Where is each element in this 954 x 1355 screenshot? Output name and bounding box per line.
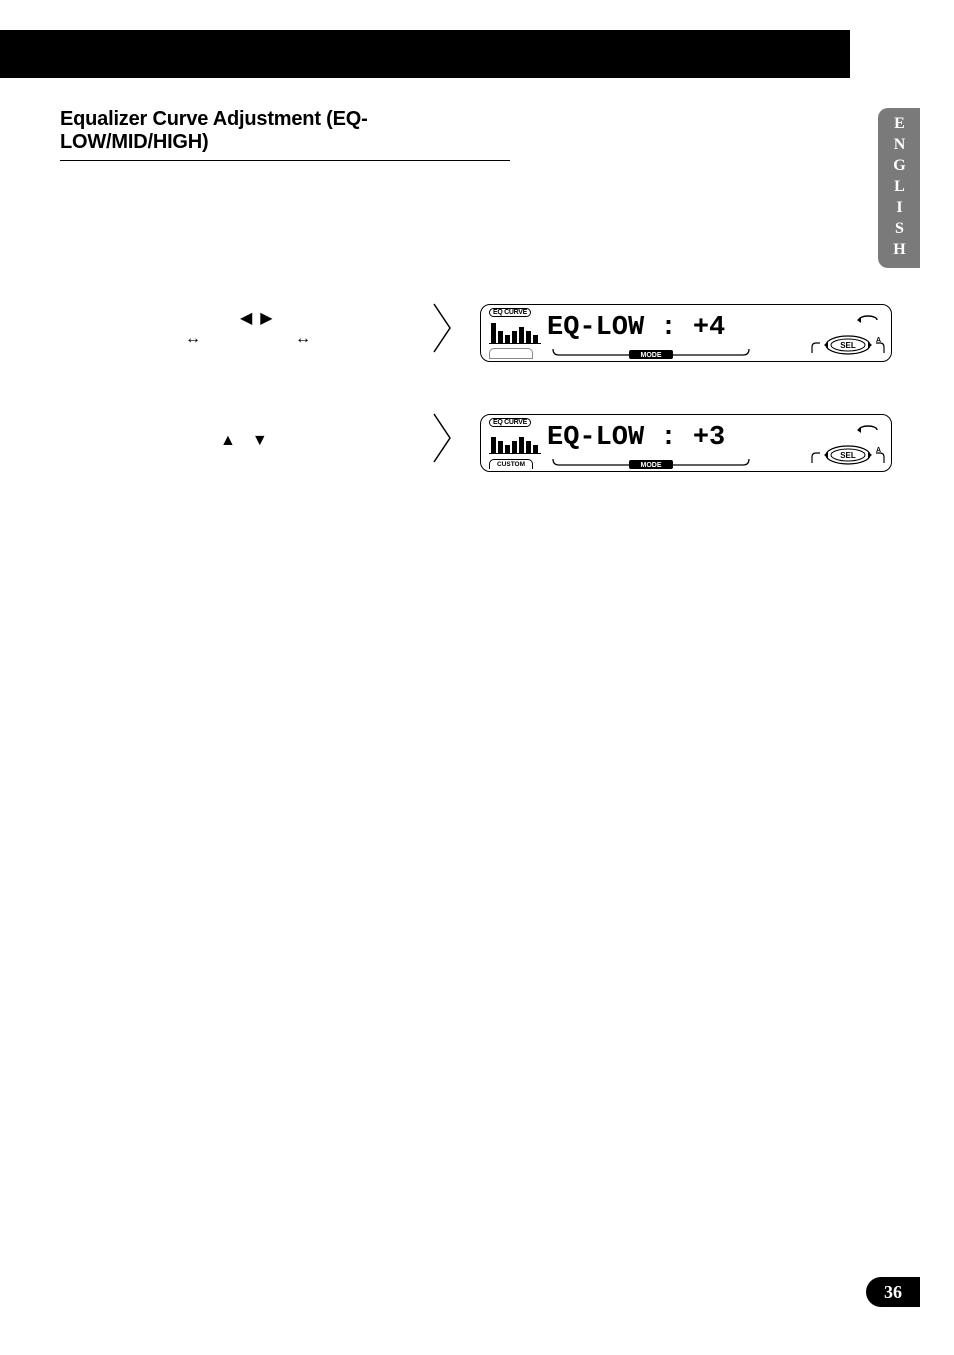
mini-eq-graph-icon bbox=[491, 429, 539, 453]
double-arrow-right-icon: ↔ bbox=[295, 330, 311, 348]
step-1-row: ◀ ▶ ↔ ↔ EQ CURVE EQ-LOW : +4 MODE bbox=[60, 300, 860, 370]
chevron-right-icon bbox=[430, 300, 456, 356]
bottom-left-tab: CUSTOM bbox=[489, 459, 533, 469]
svg-text:A: A bbox=[876, 447, 881, 454]
language-tab: ENGLISH bbox=[878, 108, 920, 268]
svg-text:SEL: SEL bbox=[840, 341, 856, 350]
sel-button-icon: A SEL bbox=[810, 443, 884, 463]
mini-eq-graph-icon bbox=[491, 319, 539, 343]
bottom-left-tab bbox=[489, 348, 533, 359]
sel-button-icon: A SEL bbox=[810, 333, 884, 353]
svg-text:MODE: MODE bbox=[641, 462, 662, 469]
eq-curve-tab-label: EQ CURVE bbox=[489, 308, 531, 317]
svg-text:A: A bbox=[876, 337, 881, 344]
lcd-display-step2: EQ CURVE CUSTOM EQ-LOW : +3 MODE bbox=[480, 414, 892, 472]
left-right-arrows-icon: ◀ ▶ bbox=[240, 308, 275, 328]
repeat-icon bbox=[855, 313, 881, 331]
up-down-arrows-icon: ▲ ▼ bbox=[220, 432, 274, 450]
language-label: ENGLISH bbox=[890, 115, 908, 262]
step-2-row: ▲ ▼ EQ CURVE CUSTOM EQ-LOW : +3 MODE bbox=[60, 410, 860, 480]
lcd-main-text: EQ-LOW : +4 bbox=[547, 313, 725, 343]
repeat-icon bbox=[855, 423, 881, 441]
chevron-right-icon bbox=[430, 410, 456, 466]
mode-bracket: MODE bbox=[551, 347, 751, 357]
top-black-bar bbox=[0, 30, 850, 78]
svg-text:MODE: MODE bbox=[641, 352, 662, 359]
page-number: 36 bbox=[866, 1277, 920, 1307]
lcd-main-text: EQ-LOW : +3 bbox=[547, 423, 725, 453]
svg-text:SEL: SEL bbox=[840, 451, 856, 460]
lcd-display-step1: EQ CURVE EQ-LOW : +4 MODE bbox=[480, 304, 892, 362]
double-arrow-left-icon: ↔ bbox=[185, 330, 201, 348]
section-heading: Equalizer Curve Adjustment (EQ-LOW/MID/H… bbox=[60, 108, 510, 161]
mode-bracket: MODE bbox=[551, 457, 751, 467]
eq-curve-tab-label: EQ CURVE bbox=[489, 418, 531, 427]
